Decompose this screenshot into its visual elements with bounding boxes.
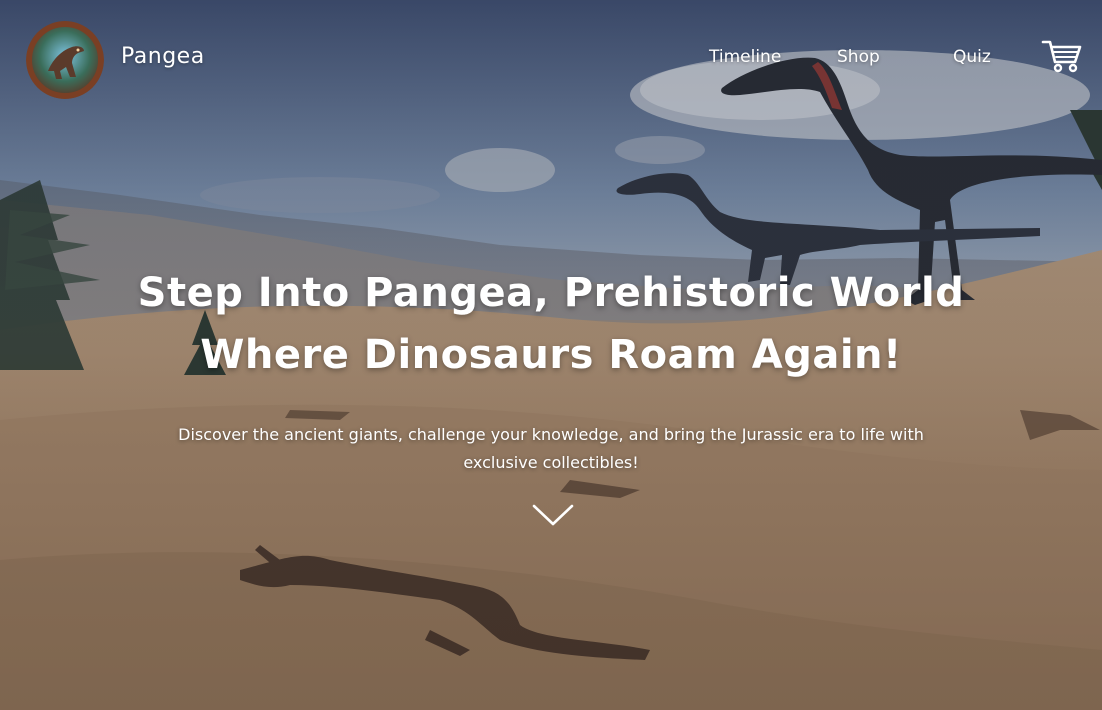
top-navigation: Pangea Timeline Shop Quiz xyxy=(0,0,1102,118)
nav-link-quiz[interactable]: Quiz xyxy=(953,47,991,67)
hero-subtitle: Discover the ancient giants, challenge y… xyxy=(120,421,982,477)
hero-headline-line-2: Where Dinosaurs Roam Again! xyxy=(200,332,902,378)
brand-name[interactable]: Pangea xyxy=(121,44,205,69)
nav-link-shop[interactable]: Shop xyxy=(837,47,880,67)
t-rex-logo-icon[interactable] xyxy=(26,21,104,99)
hero-section: Pangea Timeline Shop Quiz Step Into Pang… xyxy=(0,0,1102,710)
hero-subtitle-line-1: Discover the ancient giants, challenge y… xyxy=(178,425,924,444)
shopping-cart-icon[interactable] xyxy=(1041,38,1083,74)
hero-headline-line-1: Step Into Pangea, Prehistoric World xyxy=(137,270,965,316)
hero-headline: Step Into Pangea, Prehistoric World Wher… xyxy=(0,262,1102,386)
nav-link-timeline[interactable]: Timeline xyxy=(709,47,781,67)
chevron-down-icon[interactable] xyxy=(530,500,576,530)
hero-subtitle-line-2: exclusive collectibles! xyxy=(463,453,639,472)
